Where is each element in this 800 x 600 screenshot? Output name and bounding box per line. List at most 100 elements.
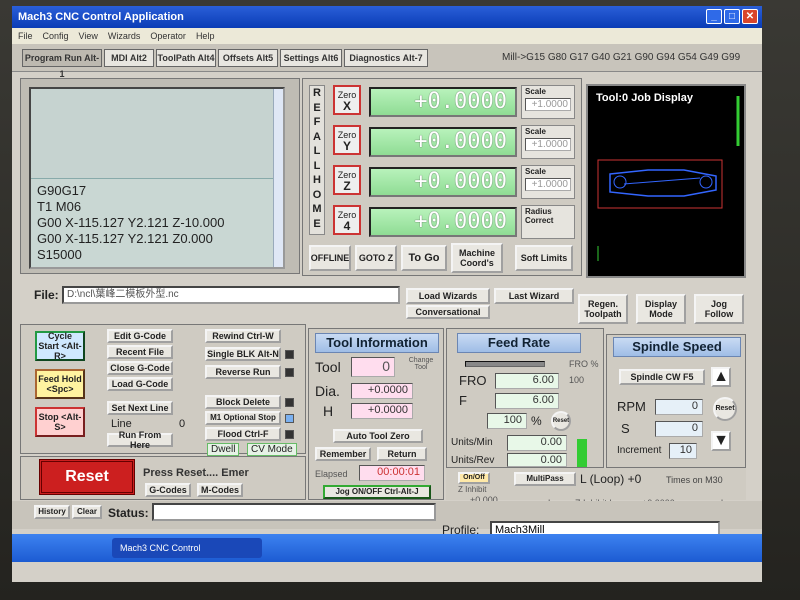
feed-override-slider[interactable] <box>465 361 545 367</box>
gcodes-button[interactable]: G-Codes <box>145 483 191 497</box>
edit-gcode-button[interactable]: Edit G-Code <box>107 329 173 343</box>
job-display[interactable]: Tool:0 Job Display <box>586 84 746 278</box>
change-tool-button[interactable]: Change Tool <box>403 357 439 371</box>
auto-tool-zero-button[interactable]: Auto Tool Zero <box>333 429 423 443</box>
s-label: S <box>621 421 630 436</box>
status-field <box>152 503 436 521</box>
spindle-down-icon[interactable]: ▼ <box>711 431 731 451</box>
load-wizards-button[interactable]: Load Wizards <box>406 288 490 304</box>
ref-all-home-button[interactable]: REFALLHOME <box>309 85 325 235</box>
flood-button[interactable]: Flood Ctrl-F <box>205 427 281 441</box>
spindle-reset-button[interactable]: Reset <box>713 397 737 421</box>
increment-label: Increment <box>617 445 662 456</box>
tab-diagnostics[interactable]: Diagnostics Alt-7 <box>344 49 428 67</box>
close-gcode-button[interactable]: Close G-Code <box>107 361 173 375</box>
single-block-button[interactable]: Single BLK Alt-N <box>205 347 281 361</box>
jog-toggle-button[interactable]: Jog ON/OFF Ctrl-Alt-J <box>323 485 431 499</box>
percent-sign: % <box>531 414 542 428</box>
multipass-button[interactable]: MultiPass <box>514 472 576 486</box>
feed-hold-button[interactable]: Feed Hold <Spc> <box>35 369 85 399</box>
soft-limits-button[interactable]: Soft Limits <box>515 245 573 271</box>
history-button[interactable]: History <box>34 505 70 519</box>
scale-x[interactable]: Scale +1.0000 <box>521 85 575 119</box>
dro-panel: REFALLHOME Zero X +0.0000 Scale +1.0000 Ze… <box>302 78 582 276</box>
optional-stop-button[interactable]: M1 Optional Stop <box>205 411 281 425</box>
reverse-run-button[interactable]: Reverse Run <box>205 365 281 379</box>
zero-z-button[interactable]: Zero Z <box>333 165 361 195</box>
dro-x[interactable]: +0.0000 <box>369 87 517 117</box>
goto-z-button[interactable]: GOTO Z <box>355 245 397 271</box>
load-gcode-button[interactable]: Load G-Code <box>107 377 173 391</box>
menu-operator[interactable]: Operator <box>150 31 186 41</box>
tab-offsets[interactable]: Offsets Alt5 <box>218 49 278 67</box>
run-from-here-button[interactable]: Run From Here <box>107 430 173 450</box>
tab-toolpath[interactable]: ToolPath Alt4 <box>156 49 216 67</box>
recent-file-button[interactable]: Recent File <box>107 345 173 359</box>
s-value[interactable]: 0 <box>655 421 703 437</box>
tab-settings[interactable]: Settings Alt6 <box>280 49 342 67</box>
gcode-listing[interactable]: G90G17 T1 M06 G00 X-115.127 Y2.121 Z-10.… <box>29 87 285 269</box>
close-button[interactable]: ✕ <box>742 9 758 24</box>
dia-field[interactable]: +0.0000 <box>351 383 413 399</box>
tool-number-field[interactable]: 0 <box>351 357 395 377</box>
spindle-up-icon[interactable]: ▲ <box>711 367 731 387</box>
title-bar: Mach3 CNC Control Application _ □ ✕ <box>12 6 762 28</box>
zero-4-button[interactable]: Zero 4 <box>333 205 361 235</box>
reset-button[interactable]: Reset <box>39 459 135 495</box>
tab-program-run[interactable]: Program Run Alt-1 <box>22 49 102 79</box>
taskbar-item[interactable]: Mach3 CNC Control <box>112 538 262 558</box>
dro-4[interactable]: +0.0000 <box>369 207 517 237</box>
mach3-window: Mach3 CNC Control Application _ □ ✕ File… <box>12 6 762 582</box>
offline-button[interactable]: OFFLINE <box>309 245 351 271</box>
reverse-run-led <box>285 368 294 377</box>
rewind-button[interactable]: Rewind Ctrl-W <box>205 329 281 343</box>
machine-coords-button[interactable]: Machine Coord's <box>451 243 503 273</box>
increment-value[interactable]: 10 <box>669 443 697 459</box>
zero-x-button[interactable]: Zero X <box>333 85 361 115</box>
menu-wizards[interactable]: Wizards <box>108 31 141 41</box>
units-rev-value: 0.00 <box>507 453 567 467</box>
dro-z[interactable]: +0.0000 <box>369 167 517 197</box>
scale-y[interactable]: Scale +1.0000 <box>521 125 575 159</box>
jog-follow-button[interactable]: Jog Follow <box>694 294 744 324</box>
block-delete-button[interactable]: Block Delete <box>205 395 281 409</box>
gcode-line: G90G17 <box>37 183 87 198</box>
remember-button[interactable]: Remember <box>315 447 371 461</box>
spindle-title: Spindle Speed <box>613 337 741 357</box>
regen-toolpath-button[interactable]: Regen. Toolpath <box>578 294 628 324</box>
rpm-value: 0 <box>655 399 703 415</box>
tab-mdi[interactable]: MDI Alt2 <box>104 49 154 67</box>
last-wizard-button[interactable]: Last Wizard <box>494 288 574 304</box>
menu-config[interactable]: Config <box>43 31 69 41</box>
f-value[interactable]: 6.00 <box>495 393 559 409</box>
window-title: Mach3 CNC Control Application <box>18 11 184 23</box>
return-button[interactable]: Return <box>377 447 427 461</box>
radius-correct[interactable]: Radius Correct <box>521 205 575 239</box>
set-next-line-button[interactable]: Set Next Line <box>107 401 173 415</box>
single-block-led <box>285 350 294 359</box>
gcode-scrollbar[interactable] <box>273 89 283 267</box>
windows-taskbar: Mach3 CNC Control <box>12 534 762 562</box>
menu-view[interactable]: View <box>79 31 98 41</box>
to-go-button[interactable]: To Go <box>401 245 447 271</box>
mcodes-button[interactable]: M-Codes <box>197 483 243 497</box>
scale-z[interactable]: Scale +1.0000 <box>521 165 575 199</box>
stop-button[interactable]: Stop <Alt-S> <box>35 407 85 437</box>
display-mode-button[interactable]: Display Mode <box>636 294 686 324</box>
reset-panel: Reset Press Reset.... Emer G-Codes M-Cod… <box>20 456 306 500</box>
maximize-button[interactable]: □ <box>724 9 740 24</box>
clear-button[interactable]: Clear <box>72 505 102 519</box>
feed-reset-button[interactable]: Reset <box>551 411 571 431</box>
cv-mode-indicator: CV Mode <box>247 443 297 456</box>
menu-help[interactable]: Help <box>196 31 215 41</box>
dro-y[interactable]: +0.0000 <box>369 127 517 157</box>
h-field[interactable]: +0.0000 <box>351 403 413 419</box>
conversational-button[interactable]: Conversational <box>406 305 490 319</box>
z-inhibit-toggle[interactable]: On/Off <box>458 472 490 484</box>
cycle-start-button[interactable]: Cycle Start <Alt-R> <box>35 331 85 361</box>
minimize-button[interactable]: _ <box>706 9 722 24</box>
zero-y-button[interactable]: Zero Y <box>333 125 361 155</box>
flood-led <box>285 430 294 439</box>
menu-file[interactable]: File <box>18 31 33 41</box>
spindle-cw-button[interactable]: Spindle CW F5 <box>619 369 705 385</box>
